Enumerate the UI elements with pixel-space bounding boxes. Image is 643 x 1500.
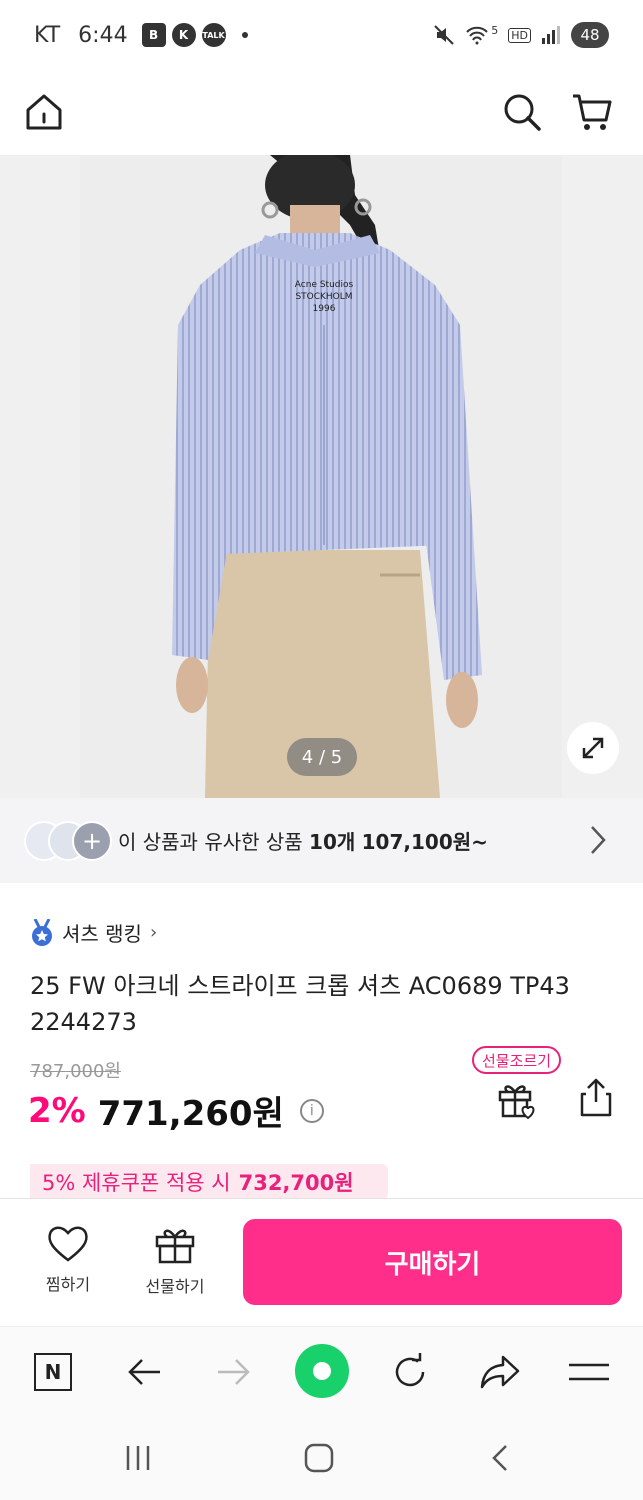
chevron-right-icon	[591, 826, 606, 854]
mute-icon	[434, 25, 454, 45]
image-counter: 4 / 5	[287, 738, 357, 776]
gift-request-button[interactable]	[496, 1078, 538, 1124]
gift-icon	[155, 1229, 195, 1264]
arrow-right-icon	[218, 1359, 250, 1385]
home-nav-button[interactable]	[297, 1438, 341, 1478]
print-line-1: Acne Studios	[295, 280, 354, 290]
wifi-icon	[466, 26, 488, 45]
similar-price: 107,100원~	[361, 830, 488, 854]
gift-label: 선물하기	[145, 1277, 205, 1296]
clock: 6:44	[78, 22, 128, 48]
gift-button[interactable]: 선물하기	[125, 1223, 225, 1297]
coupon-notch	[370, 1164, 388, 1200]
network-label: 5	[491, 23, 499, 37]
search-icon[interactable]	[500, 90, 544, 134]
k-app-icon: K	[171, 23, 196, 47]
ranking-link[interactable]: 셔츠 랭킹 ›	[30, 918, 157, 947]
purchase-action-bar: 찜하기 선물하기 구매하기	[0, 1198, 643, 1326]
coupon-banner[interactable]: 5% 제휴쿠폰 적용 시 732,700원	[30, 1164, 378, 1200]
original-price: 787,000원	[30, 1061, 121, 1082]
back-nav-button[interactable]	[478, 1438, 522, 1478]
menu-icon	[569, 1363, 609, 1381]
print-line-3: 1996	[313, 304, 336, 314]
hd-badge: HD	[508, 27, 531, 43]
blog-app-icon: B	[141, 23, 166, 47]
gift-heart-icon	[498, 1085, 535, 1120]
chevron-left-icon	[492, 1445, 507, 1471]
notification-dot-icon	[241, 32, 248, 38]
wish-button[interactable]: 찜하기	[18, 1223, 118, 1295]
talk-app-icon: TALK	[201, 23, 226, 47]
coupon-prefix: 5% 제휴쿠폰 적용 시	[42, 1171, 231, 1195]
price-row: 2% 771,260원 i	[28, 1086, 324, 1135]
similar-thumbnails: +	[24, 820, 112, 861]
buy-button[interactable]: 구매하기	[243, 1219, 622, 1305]
status-icons: 5 HD 48	[433, 22, 609, 48]
plus-icon: +	[72, 820, 112, 861]
expand-button[interactable]	[567, 722, 619, 774]
recent-apps-icon	[126, 1446, 150, 1470]
product-title: 25 FW 아크네 스트라이프 크롭 셔츠 AC0689 TP43 224427…	[30, 972, 570, 1036]
share-arrow-icon	[480, 1355, 520, 1389]
share-button[interactable]	[578, 1078, 614, 1122]
cart-icon[interactable]	[570, 90, 614, 134]
forward-button[interactable]	[208, 1347, 258, 1397]
heart-icon	[48, 1226, 88, 1262]
carrier-label: KT	[34, 22, 61, 48]
similar-text: 이 상품과 유사한 상품 10개 107,100원~	[118, 826, 488, 855]
signal-icon	[542, 26, 560, 44]
gift-request-tag[interactable]: 선물조르기	[472, 1046, 562, 1074]
system-nav-bar	[0, 1416, 643, 1500]
green-dot-button[interactable]	[294, 1343, 350, 1399]
ranking-label: 셔츠 랭킹	[62, 922, 142, 946]
discount-rate: 2%	[28, 1090, 86, 1131]
chevron-right-icon: ›	[149, 922, 158, 943]
similar-count: 10개	[309, 830, 356, 854]
battery-icon: 48	[571, 22, 609, 48]
back-button[interactable]	[120, 1347, 170, 1397]
wish-label: 찜하기	[45, 1275, 91, 1294]
expand-icon	[582, 737, 604, 759]
n-label: N	[44, 1360, 62, 1384]
share-icon	[580, 1078, 612, 1117]
n-icon: N	[34, 1353, 72, 1391]
browser-toolbar: N	[0, 1326, 643, 1416]
similar-products-bar[interactable]: + 이 상품과 유사한 상품 10개 107,100원~	[0, 798, 643, 883]
share-page-button[interactable]	[475, 1347, 525, 1397]
home-nav-icon	[304, 1443, 334, 1473]
menu-button[interactable]	[564, 1347, 614, 1397]
refresh-button[interactable]	[385, 1347, 435, 1397]
green-dot-icon	[295, 1344, 349, 1398]
coupon-price: 732,700원	[238, 1171, 354, 1195]
similar-prefix: 이 상품과 유사한 상품	[118, 830, 303, 854]
refresh-icon	[395, 1353, 425, 1387]
recent-apps-button[interactable]	[116, 1438, 160, 1478]
print-line-2: STOCKHOLM	[295, 292, 352, 302]
top-nav	[0, 70, 643, 155]
status-bar: KT 6:44 B K TALK 5 HD 48	[0, 0, 643, 70]
product-photo: Acne Studios STOCKHOLM 1996	[80, 155, 562, 798]
medal-icon	[32, 918, 52, 946]
info-icon[interactable]: i	[299, 1098, 324, 1123]
sale-price: 771,260원	[97, 1094, 284, 1134]
home-icon[interactable]	[22, 90, 66, 134]
naver-button[interactable]: N	[28, 1347, 78, 1397]
product-image-gallery[interactable]: Acne Studios STOCKHOLM 1996 4 / 5	[0, 155, 643, 798]
arrow-left-icon	[128, 1359, 160, 1385]
